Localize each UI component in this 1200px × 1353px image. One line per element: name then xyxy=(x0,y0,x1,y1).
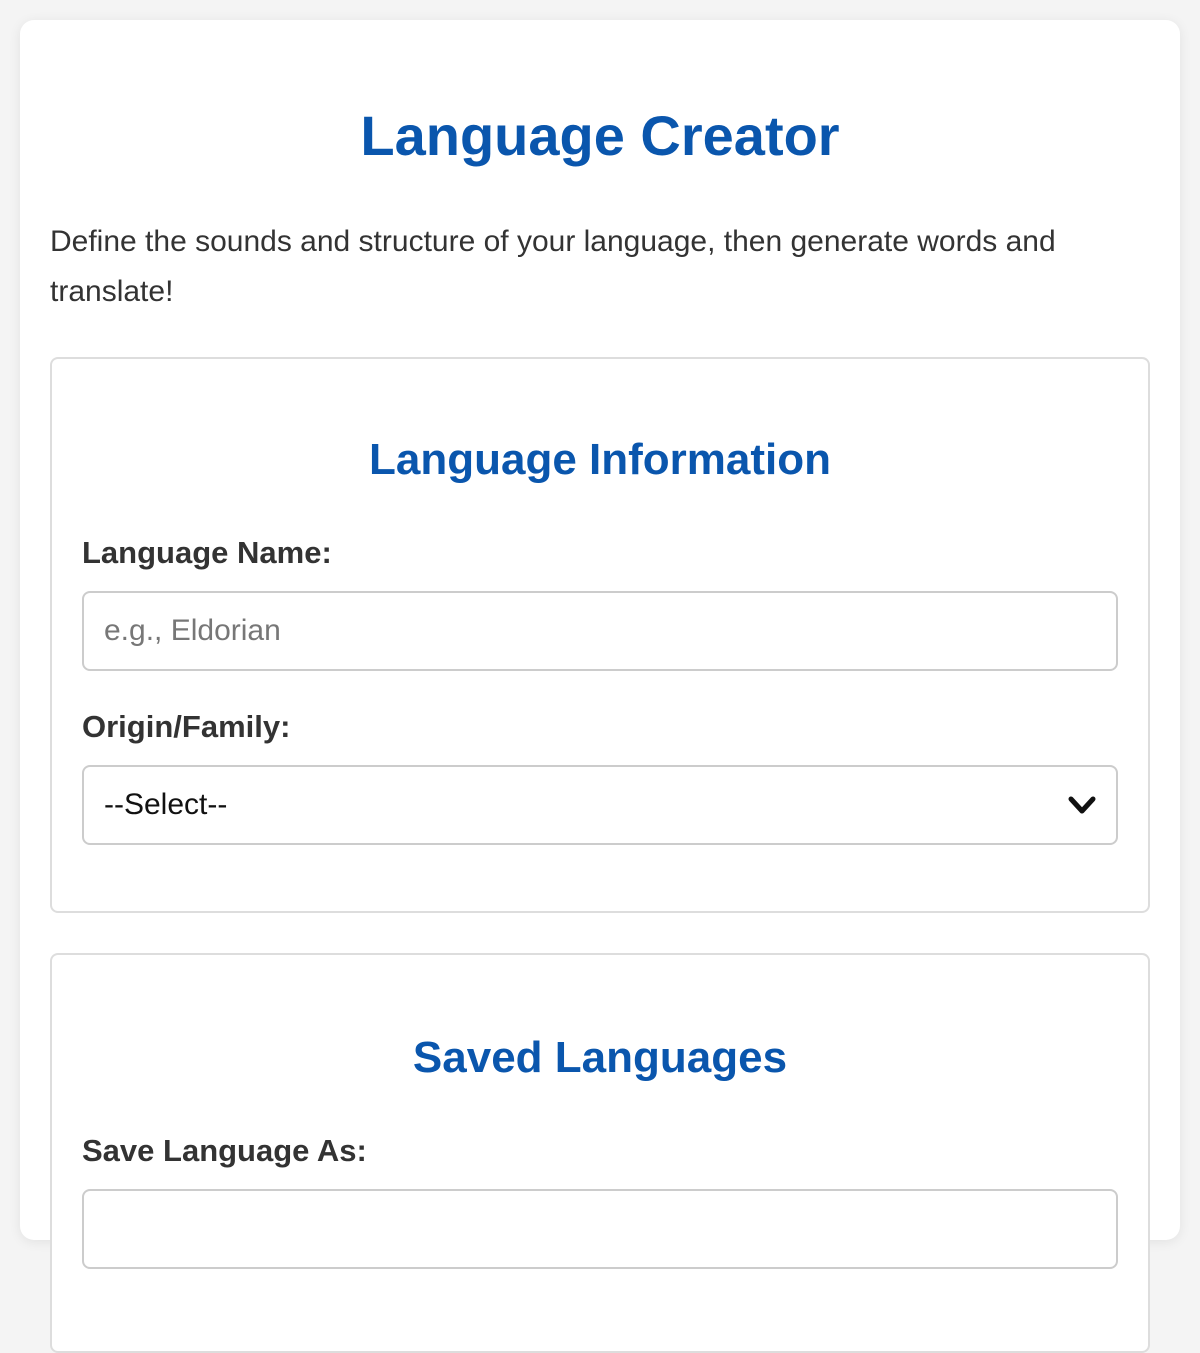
language-information-heading: Language Information xyxy=(369,435,831,484)
origin-family-select[interactable]: --Select-- xyxy=(82,765,1118,845)
save-language-as-input[interactable] xyxy=(82,1189,1118,1269)
chevron-down-icon xyxy=(1068,796,1096,814)
language-name-label: Language Name: xyxy=(82,535,332,570)
saved-languages-section: Saved Languages Save Language As: xyxy=(50,953,1150,1353)
saved-languages-heading: Saved Languages xyxy=(412,1033,788,1082)
origin-family-label: Origin/Family: xyxy=(82,709,291,744)
page-title: Language Creator xyxy=(360,104,840,167)
intro-text: Define the sounds and structure of your … xyxy=(50,225,1056,308)
language-name-input[interactable] xyxy=(82,591,1118,671)
save-language-as-label: Save Language As: xyxy=(82,1133,367,1168)
language-information-section: Language Information Language Name: Orig… xyxy=(50,357,1150,913)
origin-family-selected-value: --Select-- xyxy=(104,788,228,821)
app-card: Language Creator Define the sounds and s… xyxy=(20,20,1180,1353)
